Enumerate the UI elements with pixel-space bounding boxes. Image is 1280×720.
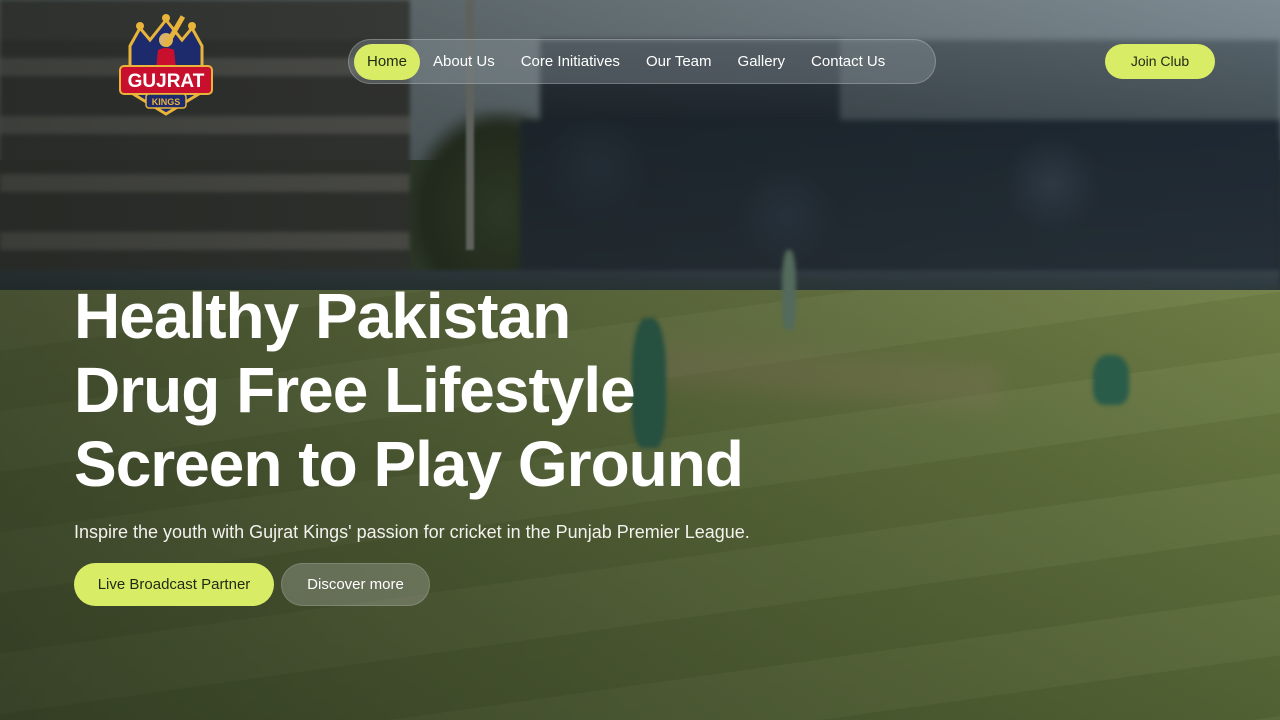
logo-text-gujrat: GUJRAT <box>128 71 205 92</box>
nav-gallery[interactable]: Gallery <box>725 44 799 80</box>
nav-home[interactable]: Home <box>354 43 421 80</box>
hero-subtitle: Inspire the youth with Gujrat Kings' pas… <box>74 522 750 542</box>
nav-about-us[interactable]: About Us <box>420 44 508 80</box>
crown-shield-icon: GUJRAT KINGS <box>119 14 213 116</box>
nav-core-initiatives[interactable]: Core Initiatives <box>508 44 633 80</box>
main-nav: Home About Us Core Initiatives Our Team … <box>348 39 936 84</box>
gujrat-kings-logo[interactable]: GUJRAT KINGS <box>116 6 216 118</box>
hero-title-line: Healthy Pakistan <box>74 280 571 352</box>
nav-contact-us[interactable]: Contact Us <box>798 44 898 80</box>
discover-more-button[interactable]: Discover more <box>281 563 430 606</box>
nav-our-team[interactable]: Our Team <box>633 44 725 80</box>
live-broadcast-partner-button[interactable]: Live Broadcast Partner <box>74 563 274 606</box>
logo-text-kings: KINGS <box>152 97 181 107</box>
join-club-button[interactable]: Join Club <box>1105 44 1215 79</box>
hero-title-line: Drug Free Lifestyle <box>74 354 636 426</box>
hero-title: Healthy Pakistan Drug Free Lifestyle Scr… <box>74 279 834 501</box>
hero-title-line: Screen to Play Ground <box>74 428 744 500</box>
